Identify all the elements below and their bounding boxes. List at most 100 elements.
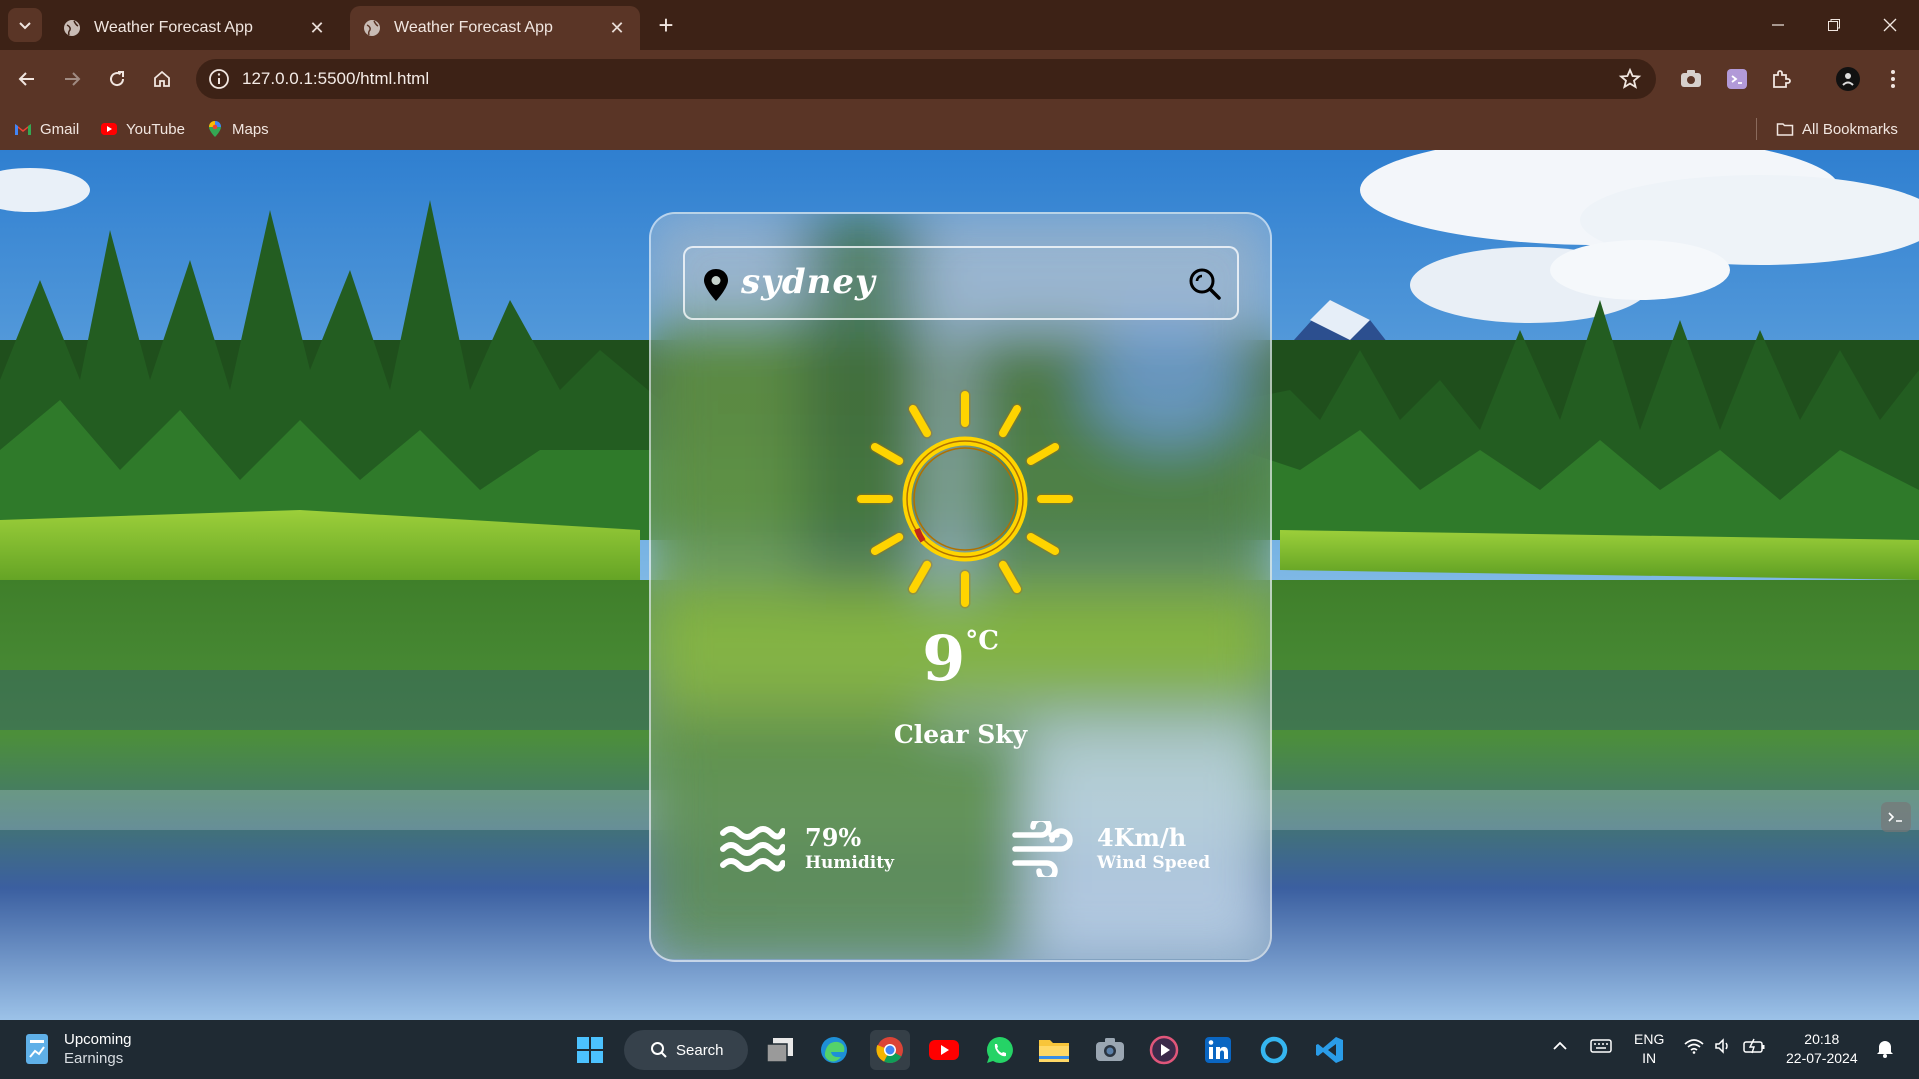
youtube-icon <box>101 123 117 135</box>
minimize-icon <box>1772 24 1784 26</box>
bookmark-gmail[interactable]: Gmail <box>14 116 79 142</box>
tab-weather-2[interactable]: Weather Forecast App ✕ <box>350 6 640 50</box>
edge-app[interactable] <box>814 1030 854 1070</box>
globe-icon <box>364 20 380 36</box>
wind-label: Wind Speed <box>1097 853 1211 873</box>
widget-title: Upcoming <box>64 1031 132 1048</box>
clock[interactable]: 20:18 22-07-2024 <box>1786 1030 1858 1068</box>
clock-time: 20:18 <box>1804 1031 1840 1047</box>
location-pin-icon <box>704 269 728 301</box>
temperature-display: 9°C <box>651 622 1270 695</box>
tab-title: Weather Forecast App <box>394 19 553 36</box>
chrome-app[interactable] <box>870 1030 910 1070</box>
tab-search-button[interactable] <box>8 8 42 42</box>
temperature-unit: °C <box>965 626 999 656</box>
browser-toolbar: 127.0.0.1:5500/html.html <box>0 50 1919 108</box>
vscode-app[interactable] <box>1310 1030 1350 1070</box>
reload-icon <box>110 71 125 87</box>
system-status-button[interactable] <box>1684 1038 1766 1054</box>
edge-icon <box>821 1037 847 1063</box>
home-button[interactable] <box>145 62 179 96</box>
windows-taskbar: Upcoming Earnings Search ENG IN 20:18 22… <box>0 1020 1919 1079</box>
bookmark-label: Gmail <box>40 120 80 138</box>
clock-date: 22-07-2024 <box>1786 1050 1858 1066</box>
file-explorer-icon <box>1039 1040 1069 1062</box>
restore-button[interactable] <box>1814 8 1854 42</box>
close-tab-icon[interactable]: ✕ <box>606 17 628 39</box>
linkedin-app[interactable] <box>1198 1030 1238 1070</box>
whatsapp-app[interactable] <box>980 1030 1020 1070</box>
keyboard-button[interactable] <box>1590 1038 1612 1059</box>
show-hidden-icons-button[interactable] <box>1552 1038 1568 1057</box>
language-indicator[interactable]: ENG IN <box>1634 1030 1664 1068</box>
notifications-button[interactable] <box>1876 1038 1894 1063</box>
media-player-app[interactable] <box>1144 1030 1184 1070</box>
chrome-icon <box>876 1037 903 1063</box>
battery-icon <box>1743 1038 1765 1054</box>
cortana-app[interactable] <box>1254 1030 1294 1070</box>
bookmark-star-icon[interactable] <box>1618 67 1642 91</box>
volume-icon <box>1715 1038 1728 1054</box>
tab-title: Weather Forecast App <box>94 19 253 36</box>
all-bookmarks-button[interactable]: All Bookmarks <box>1776 116 1898 142</box>
home-icon <box>154 70 170 87</box>
camera-icon <box>1681 70 1701 87</box>
keyboard-icon <box>1590 1039 1612 1053</box>
city-search-bar[interactable]: sydney <box>683 246 1239 320</box>
bookmark-label: Maps <box>232 120 269 138</box>
floating-extension-button[interactable] <box>1881 802 1911 832</box>
terminal-icon <box>1888 812 1902 822</box>
extensions-menu-button[interactable] <box>1766 64 1796 94</box>
city-input[interactable]: sydney <box>741 262 876 302</box>
bookmarks-bar: Gmail YouTube Maps All Bookmarks <box>0 108 1919 150</box>
tab-weather-1[interactable]: Weather Forecast App ✕ <box>50 6 340 50</box>
camera-icon <box>1096 1038 1124 1061</box>
whatsapp-icon <box>986 1036 1013 1063</box>
address-bar[interactable]: 127.0.0.1:5500/html.html <box>196 59 1656 99</box>
wifi-icon <box>1684 1039 1704 1054</box>
back-button[interactable] <box>10 62 44 96</box>
arrow-right-icon <box>65 72 81 86</box>
widgets-button[interactable]: Upcoming Earnings <box>24 1030 132 1068</box>
youtube-app[interactable] <box>924 1030 964 1070</box>
all-bookmarks-label: All Bookmarks <box>1802 120 1898 138</box>
vscode-icon <box>1316 1037 1343 1063</box>
weather-card: sydney 9°C Clear Sky 79% Humidity 4Km/h … <box>649 212 1272 962</box>
forward-button[interactable] <box>55 62 89 96</box>
reload-button[interactable] <box>100 62 134 96</box>
stocks-widget-icon <box>26 1034 48 1064</box>
profile-button[interactable] <box>1833 64 1863 94</box>
minimize-button[interactable] <box>1758 8 1798 42</box>
search-icon[interactable] <box>1187 266 1223 302</box>
close-window-button[interactable] <box>1870 8 1910 42</box>
puzzle-icon <box>1773 70 1791 88</box>
site-info-icon[interactable] <box>206 66 232 92</box>
url-text[interactable]: 127.0.0.1:5500/html.html <box>242 69 429 89</box>
globe-icon <box>64 20 80 36</box>
youtube-icon <box>929 1040 959 1060</box>
gmail-icon <box>15 124 31 135</box>
browser-menu-button[interactable] <box>1878 64 1908 94</box>
camera-app[interactable] <box>1090 1030 1130 1070</box>
media-player-icon <box>1149 1035 1179 1065</box>
wind-value: 4Km/h <box>1097 823 1187 852</box>
language-code: ENG <box>1634 1031 1665 1047</box>
region-code: IN <box>1642 1050 1657 1066</box>
new-tab-button[interactable]: + <box>652 12 680 40</box>
bookmark-maps[interactable]: Maps <box>206 116 269 142</box>
extension-button[interactable] <box>1722 64 1752 94</box>
chevron-up-icon <box>1553 1041 1567 1050</box>
close-icon <box>1883 18 1897 32</box>
close-tab-icon[interactable]: ✕ <box>306 17 328 39</box>
screenshot-extension-button[interactable] <box>1676 64 1706 94</box>
start-button[interactable] <box>570 1030 610 1070</box>
file-explorer-app[interactable] <box>1034 1030 1074 1070</box>
wind-icon <box>1012 821 1073 877</box>
task-view-button[interactable] <box>760 1030 800 1070</box>
folder-icon <box>1776 123 1794 136</box>
search-icon <box>651 1042 667 1058</box>
bookmark-youtube[interactable]: YouTube <box>100 116 185 142</box>
kebab-menu-icon <box>1891 70 1895 88</box>
taskbar-search[interactable]: Search <box>624 1030 748 1070</box>
page-viewport: sydney 9°C Clear Sky 79% Humidity 4Km/h … <box>0 150 1919 1020</box>
